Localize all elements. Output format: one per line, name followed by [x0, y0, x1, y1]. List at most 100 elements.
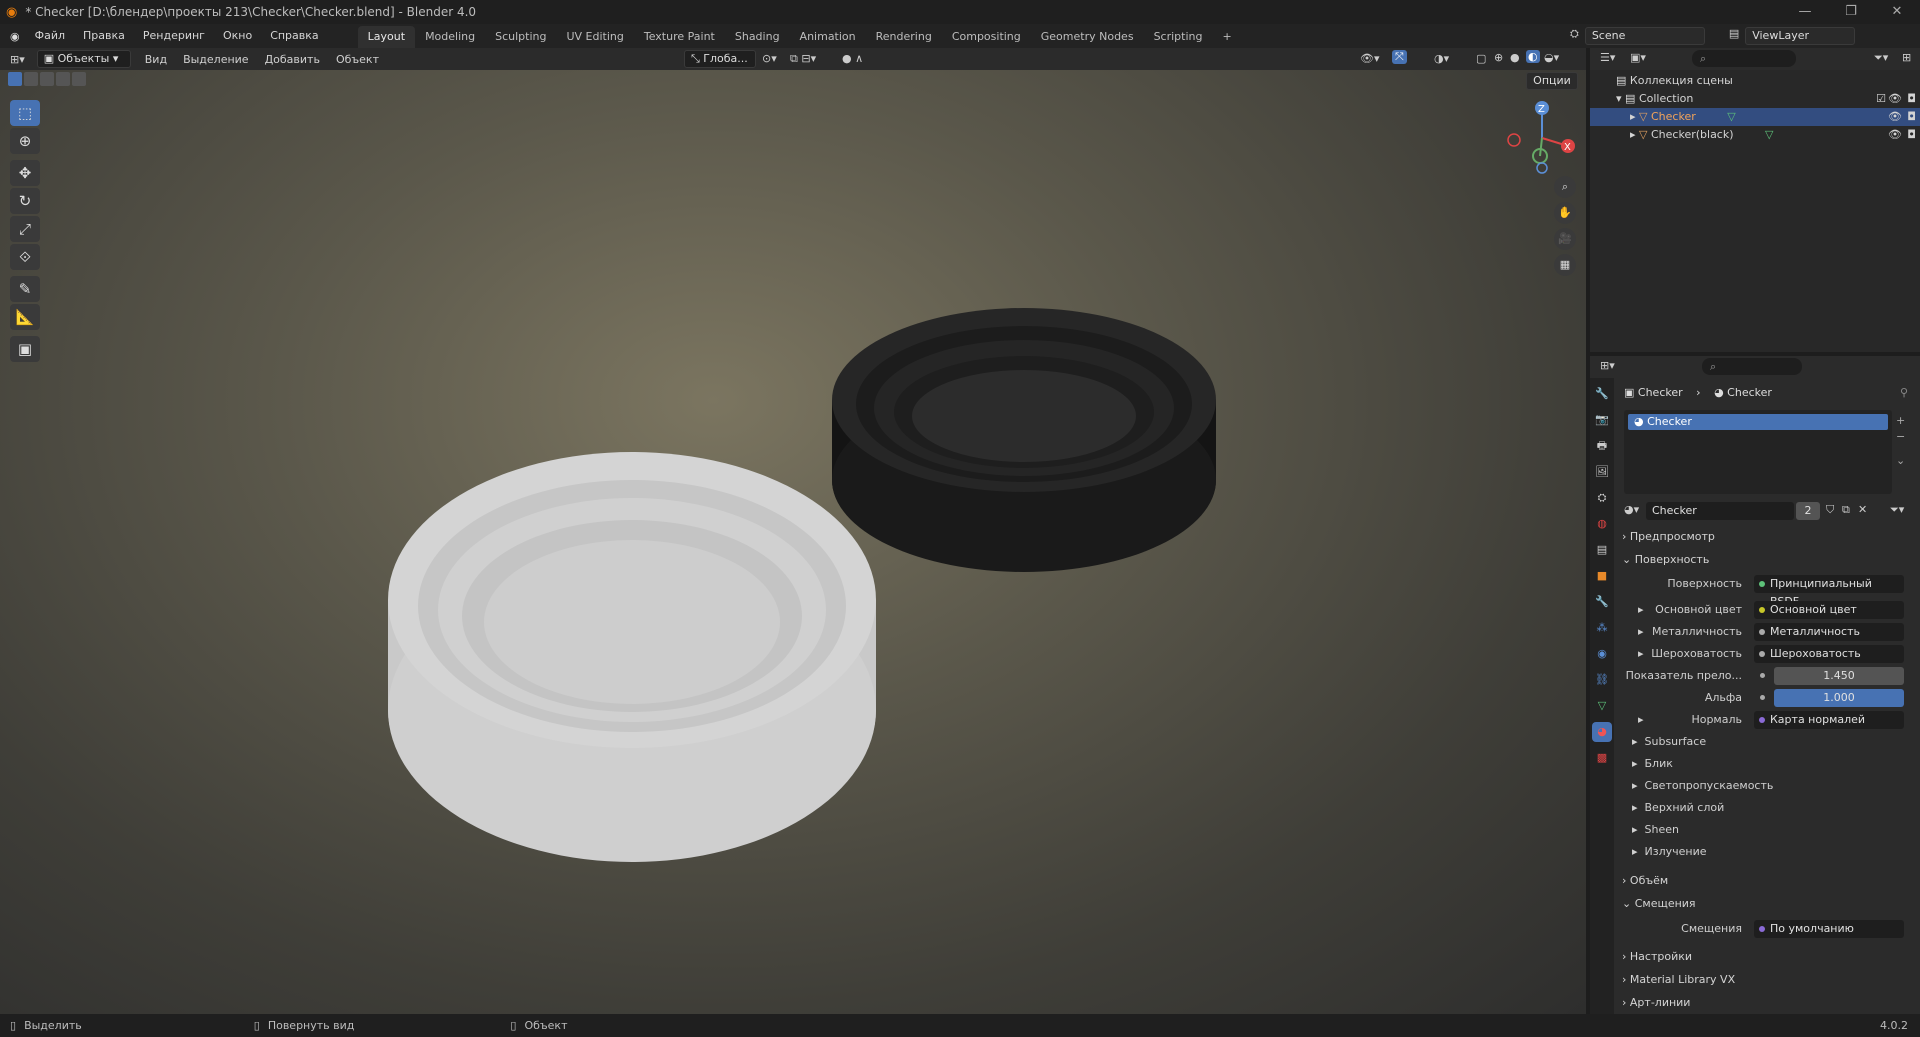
add-workspace-icon[interactable]: +: [1212, 26, 1241, 48]
tab-animation[interactable]: Animation: [790, 26, 866, 48]
base-color-field[interactable]: Основной цвет: [1754, 601, 1904, 619]
outliner-row-collection[interactable]: ▾ ▤ Collection ☑ 👁 ◘: [1590, 90, 1920, 108]
scene-selector[interactable]: Scene: [1584, 27, 1705, 45]
menu-render[interactable]: Рендеринг: [134, 24, 214, 48]
camera-icon[interactable]: ◘: [1907, 90, 1916, 108]
rendered-shading-icon[interactable]: ◒▾: [1544, 51, 1559, 64]
new-collection-icon[interactable]: ⊞: [1902, 51, 1911, 64]
display-mode-icon[interactable]: ▣▾: [1630, 51, 1646, 64]
material-tab-icon[interactable]: ◕: [1592, 722, 1612, 742]
outliner-search-input[interactable]: ⌕: [1692, 50, 1796, 67]
subsection-sheen[interactable]: ▸ Sheen: [1632, 820, 1679, 840]
menu-window[interactable]: Окно: [214, 24, 261, 48]
xray-icon[interactable]: ▢: [1476, 52, 1486, 65]
white-checker-object[interactable]: [388, 452, 876, 862]
subsection-transmission[interactable]: ▸ Светопропускаемость: [1632, 776, 1773, 796]
tab-rendering[interactable]: Rendering: [866, 26, 942, 48]
eye-icon[interactable]: 👁: [1888, 126, 1902, 144]
tab-geometry-nodes[interactable]: Geometry Nodes: [1031, 26, 1144, 48]
outliner-row-checker[interactable]: ▸ ▽ Checker ▽ 👁 ◘: [1590, 108, 1920, 126]
outliner-row-scene-collection[interactable]: ▤ Коллекция сцены: [1590, 72, 1920, 90]
black-checker-object[interactable]: [832, 308, 1216, 572]
maximize-button[interactable]: ❐: [1828, 0, 1874, 24]
editor-type-icon[interactable]: ⊞▾: [10, 53, 25, 66]
properties-editor-icon[interactable]: ⊞▾: [1600, 359, 1615, 372]
subsection-coat[interactable]: ▸ Верхний слой: [1632, 798, 1724, 818]
expand-icon[interactable]: ▸: [1638, 603, 1644, 616]
scene-icon[interactable]: ⛭: [1570, 27, 1579, 45]
menu-add[interactable]: Добавить: [257, 53, 328, 66]
modifier-tab-icon[interactable]: 🔧: [1592, 592, 1612, 612]
normal-field[interactable]: Карта нормалей: [1754, 711, 1904, 729]
mode-selector[interactable]: ▣ Объекты ▾: [36, 50, 131, 68]
material-slot-row[interactable]: ◕ Checker: [1628, 414, 1888, 430]
material-filter-icon[interactable]: ⏷▾: [1890, 503, 1904, 517]
scene-tab-icon[interactable]: ⛭: [1592, 488, 1612, 508]
tab-compositing[interactable]: Compositing: [942, 26, 1031, 48]
wireframe-shading-icon[interactable]: ⊕: [1494, 51, 1503, 64]
transform-orientation[interactable]: ⤡ Глоба...: [684, 50, 756, 68]
tab-texture-paint[interactable]: Texture Paint: [634, 26, 725, 48]
menu-object[interactable]: Объект: [328, 53, 387, 66]
minimize-button[interactable]: —: [1782, 0, 1828, 24]
tab-shading[interactable]: Shading: [725, 26, 790, 48]
subsection-emission[interactable]: ▸ Излучение: [1632, 842, 1707, 862]
material-browse-icon[interactable]: ◕▾: [1624, 503, 1639, 516]
viewlayer-selector[interactable]: ViewLayer: [1745, 27, 1856, 45]
expand-icon[interactable]: ▸: [1630, 110, 1636, 123]
eye-icon[interactable]: 👁: [1888, 90, 1902, 108]
eye-icon[interactable]: 👁: [1888, 108, 1902, 126]
visibility-icon[interactable]: 👁▾: [1360, 52, 1380, 65]
pivot-icon[interactable]: ⊙▾: [762, 52, 777, 65]
blender-menu-icon[interactable]: ◉: [10, 30, 20, 43]
displacement-field[interactable]: По умолчанию: [1754, 920, 1904, 938]
section-volume[interactable]: › Объём: [1622, 870, 1910, 892]
camera-icon[interactable]: ◘: [1907, 108, 1916, 126]
metallic-field[interactable]: Металличность: [1754, 623, 1904, 641]
material-users-count[interactable]: 2: [1796, 502, 1820, 520]
pin-icon[interactable]: ⚲: [1900, 386, 1908, 399]
material-name-field[interactable]: Checker: [1646, 502, 1794, 520]
section-surface[interactable]: ⌄ Поверхность: [1622, 549, 1910, 571]
socket-icon[interactable]: [1760, 695, 1765, 700]
unlink-icon[interactable]: ✕: [1858, 503, 1867, 516]
overlay-icon[interactable]: ◑▾: [1434, 52, 1449, 65]
close-button[interactable]: ✕: [1874, 0, 1920, 24]
collection-tab-icon[interactable]: ▤: [1592, 540, 1612, 560]
expand-icon[interactable]: ▾: [1616, 92, 1622, 105]
section-lineart[interactable]: › Арт-линии: [1622, 992, 1910, 1014]
expand-icon[interactable]: ▸: [1638, 647, 1644, 660]
section-settings[interactable]: › Настройки: [1622, 946, 1910, 968]
expand-icon[interactable]: ▸: [1630, 128, 1636, 141]
menu-help[interactable]: Справка: [261, 24, 327, 48]
output-tab-icon[interactable]: 🖶: [1592, 436, 1612, 456]
roughness-field[interactable]: Шероховатость: [1754, 645, 1904, 663]
3d-viewport[interactable]: Опции ⬚ ⊕ ✥ ↻ ⤢ ⟐ ✎ 📐 ▣ Z X ⌕ ✋ 🎥 ▦: [0, 70, 1586, 1014]
filter-icon[interactable]: ⏷▾: [1874, 51, 1888, 65]
surface-shader-field[interactable]: Принципиальный BSDF: [1754, 575, 1904, 608]
world-tab-icon[interactable]: ◍: [1592, 514, 1612, 534]
tab-layout[interactable]: Layout: [357, 26, 416, 48]
duplicate-icon[interactable]: ⧉: [1842, 503, 1850, 517]
physics-tab-icon[interactable]: ◉: [1592, 644, 1612, 664]
tool-tab-icon[interactable]: 🔧: [1592, 384, 1612, 404]
snap-icon[interactable]: ⧉ ⊟▾: [790, 52, 816, 66]
gizmo-toggle-icon[interactable]: ⤧: [1392, 50, 1407, 64]
expand-icon[interactable]: ▸: [1638, 625, 1644, 638]
render-tab-icon[interactable]: 📷: [1592, 410, 1612, 430]
mesh-data-tab-icon[interactable]: ▽: [1592, 696, 1612, 716]
section-preview[interactable]: › Предпросмотр: [1622, 526, 1910, 548]
properties-search-input[interactable]: ⌕: [1702, 358, 1802, 375]
tab-modeling[interactable]: Modeling: [415, 26, 485, 48]
fake-user-icon[interactable]: ⛉: [1826, 503, 1834, 517]
checkbox-icon[interactable]: ☑: [1876, 90, 1886, 108]
section-material-library[interactable]: › Material Library VX: [1622, 969, 1910, 991]
tab-uv-editing[interactable]: UV Editing: [556, 26, 633, 48]
slot-menu-icon[interactable]: ⌄: [1896, 454, 1905, 467]
menu-select[interactable]: Выделение: [175, 53, 257, 66]
outliner-row-checker-black[interactable]: ▸ ▽ Checker(black) ▽ 👁 ◘: [1590, 126, 1920, 144]
subsection-specular[interactable]: ▸ Блик: [1632, 754, 1673, 774]
object-tab-icon[interactable]: ■: [1592, 566, 1612, 586]
menu-edit[interactable]: Правка: [74, 24, 134, 48]
socket-icon[interactable]: [1760, 673, 1765, 678]
